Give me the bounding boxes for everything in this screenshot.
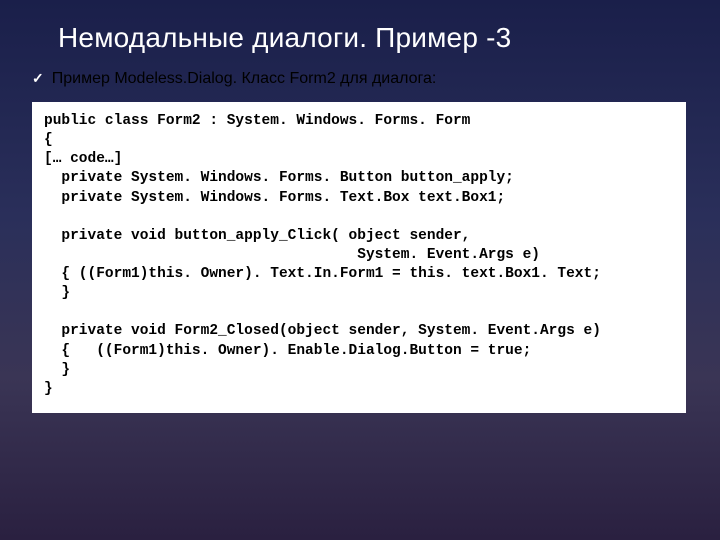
bullet-text: Пример Modeless.Dialog. Класс Form2 для … xyxy=(52,70,437,88)
code-block: public class Form2 : System. Windows. Fo… xyxy=(32,102,686,413)
bullet-item: ✓ Пример Modeless.Dialog. Класс Form2 дл… xyxy=(32,70,690,88)
check-icon: ✓ xyxy=(32,70,44,87)
slide-title: Немодальные диалоги. Пример -3 xyxy=(58,22,690,54)
slide: Немодальные диалоги. Пример -3 ✓ Пример … xyxy=(0,0,720,540)
